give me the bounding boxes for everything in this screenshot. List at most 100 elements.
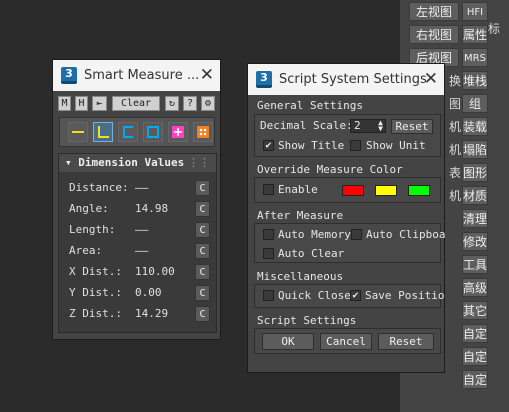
enable-color-label: Enable bbox=[278, 183, 318, 196]
auto-clear-checkbox[interactable] bbox=[263, 248, 274, 259]
spinner-arrows-icon[interactable]: ▲ ▼ bbox=[378, 119, 383, 133]
save-position-checkbox[interactable]: ✔ bbox=[350, 290, 361, 301]
side-toolbar-button[interactable]: HFI bbox=[462, 2, 488, 21]
copy-button[interactable]: C bbox=[195, 243, 210, 259]
general-settings-header: General Settings bbox=[257, 99, 363, 112]
app-icon: 3 bbox=[61, 67, 77, 84]
window-title: Smart Measure ... bbox=[84, 68, 200, 83]
collapse-icon[interactable]: ▾ bbox=[65, 156, 72, 169]
dimension-value: 14.98 bbox=[135, 202, 169, 215]
copy-button[interactable]: C bbox=[195, 222, 210, 238]
decimal-scale-value: 2 bbox=[354, 119, 361, 132]
dimension-value: —— bbox=[135, 223, 149, 236]
cross-tool-icon[interactable] bbox=[168, 122, 188, 142]
side-toolbar-button[interactable]: 其它 bbox=[462, 301, 488, 320]
dimension-value: 14.29 bbox=[135, 307, 169, 320]
h-button[interactable]: H bbox=[75, 96, 88, 111]
override-color-header: Override Measure Color bbox=[257, 163, 403, 176]
side-fragment: 机 bbox=[449, 143, 462, 157]
square-tool-icon[interactable] bbox=[143, 122, 163, 142]
side-toolbar-button[interactable]: 左视图 bbox=[409, 2, 459, 21]
window-title: Script System Settings bbox=[279, 72, 427, 87]
color-swatch-green[interactable] bbox=[408, 185, 430, 196]
side-toolbar-button[interactable]: 自定 bbox=[462, 347, 488, 366]
side-toolbar-button[interactable]: 工具 bbox=[462, 255, 488, 274]
settings-titlebar[interactable]: 3 Script System Settings ✕ bbox=[248, 64, 444, 95]
side-toolbar-button[interactable]: MRS bbox=[462, 48, 488, 67]
script-reset-button[interactable]: Reset bbox=[378, 333, 434, 350]
gear-icon[interactable]: ⚙ bbox=[201, 96, 215, 111]
copy-button[interactable]: C bbox=[195, 180, 210, 196]
side-toolbar-button[interactable]: 右视图 bbox=[409, 25, 459, 44]
dimension-label: Angle: bbox=[69, 202, 109, 215]
side-fragment: 图 bbox=[449, 97, 462, 111]
after-measure-header: After Measure bbox=[257, 209, 344, 222]
side-toolbar-button[interactable]: 自定 bbox=[462, 324, 488, 343]
refresh-icon[interactable]: ↻ bbox=[165, 96, 179, 111]
dimension-label: Z Dist.: bbox=[69, 307, 122, 320]
show-title-label: Show Title bbox=[278, 139, 345, 152]
auto-clipboard-label: Auto Clipboa bbox=[366, 228, 446, 241]
side-toolbar-button[interactable]: 塌陷 bbox=[462, 140, 488, 159]
measure-tools-row bbox=[59, 117, 215, 147]
line-tool-icon[interactable] bbox=[68, 122, 88, 142]
dimension-label: Length: bbox=[69, 223, 116, 236]
copy-button[interactable]: C bbox=[195, 201, 210, 217]
miscellaneous-header: Miscellaneous bbox=[257, 270, 344, 283]
copy-button[interactable]: C bbox=[195, 285, 210, 301]
dimension-value: 110.00 bbox=[135, 265, 175, 278]
decimal-reset-button[interactable]: Reset bbox=[391, 119, 433, 134]
quick-close-label: Quick Close bbox=[278, 289, 351, 302]
side-toolbar-button[interactable]: 清理 bbox=[462, 209, 488, 228]
color-swatch-red[interactable] bbox=[342, 185, 364, 196]
close-icon[interactable]: ✕ bbox=[200, 65, 214, 85]
smart-measure-titlebar[interactable]: 3 Smart Measure ... ✕ bbox=[53, 60, 220, 91]
side-fragment: 表 bbox=[449, 166, 462, 180]
cancel-button[interactable]: Cancel bbox=[320, 333, 372, 350]
copy-button[interactable]: C bbox=[195, 264, 210, 280]
copy-button[interactable]: C bbox=[195, 306, 210, 322]
angle-tool-icon[interactable] bbox=[93, 122, 113, 142]
dimension-label: Distance: bbox=[69, 181, 129, 194]
color-swatch-yellow[interactable] bbox=[375, 185, 397, 196]
dimension-label: Area: bbox=[69, 244, 103, 257]
app-icon: 3 bbox=[256, 71, 272, 88]
save-position-label: Save Positio bbox=[365, 289, 445, 302]
side-toolbar-button[interactable]: 图形 bbox=[462, 163, 488, 182]
bracket-tool-icon[interactable] bbox=[118, 122, 138, 142]
script-settings-header: Script Settings bbox=[257, 314, 357, 327]
dimension-values-panel: ▾ Dimension Values ⋮⋮ Distance: —— C Angle:… bbox=[58, 153, 217, 333]
m-button[interactable]: M bbox=[58, 96, 71, 111]
clear-button[interactable]: Clear bbox=[112, 96, 160, 111]
side-fragment: 机 bbox=[449, 189, 462, 203]
side-toolbar-button[interactable]: 属性 bbox=[462, 25, 488, 44]
ok-button[interactable]: OK bbox=[262, 333, 314, 350]
show-title-checkbox[interactable]: ✔ bbox=[263, 140, 274, 151]
side-toolbar-button[interactable]: 材质 bbox=[462, 186, 488, 205]
decimal-scale-label: Decimal Scale: bbox=[260, 119, 353, 132]
side-toolbar-button[interactable]: 修改 bbox=[462, 232, 488, 251]
decimal-scale-spinner[interactable]: 2 ▲ ▼ bbox=[350, 119, 386, 133]
enable-color-checkbox[interactable] bbox=[263, 184, 274, 195]
dots-tool-icon[interactable] bbox=[193, 122, 213, 142]
side-toolbar-button[interactable]: 堆栈 bbox=[462, 71, 488, 90]
auto-memory-checkbox[interactable] bbox=[263, 229, 274, 240]
side-toolbar-button[interactable]: 组 bbox=[462, 94, 488, 113]
show-unit-label: Show Unit bbox=[366, 139, 426, 152]
dimension-label: Y Dist.: bbox=[69, 286, 122, 299]
auto-clipboard-checkbox[interactable] bbox=[351, 229, 362, 240]
show-unit-checkbox[interactable] bbox=[350, 140, 361, 151]
arrow-left-icon[interactable]: ⇤ bbox=[92, 96, 107, 111]
side-toolbar-button[interactable]: 高级 bbox=[462, 278, 488, 297]
close-icon[interactable]: ✕ bbox=[424, 69, 438, 89]
panel-header[interactable]: ▾ Dimension Values ⋮⋮ bbox=[59, 154, 216, 172]
grip-icon: ⋮⋮ bbox=[188, 156, 210, 169]
quick-close-checkbox[interactable] bbox=[263, 290, 274, 301]
help-icon[interactable]: ? bbox=[183, 96, 197, 111]
side-toolbar-button[interactable]: 自定 bbox=[462, 370, 488, 389]
dimension-value: 0.00 bbox=[135, 286, 162, 299]
side-toolbar-button[interactable]: 装载 bbox=[462, 117, 488, 136]
side-fragment: 标 bbox=[488, 22, 501, 36]
settings-window: 3 Script System Settings ✕ General Setti… bbox=[247, 63, 445, 373]
dimension-label: X Dist.: bbox=[69, 265, 122, 278]
